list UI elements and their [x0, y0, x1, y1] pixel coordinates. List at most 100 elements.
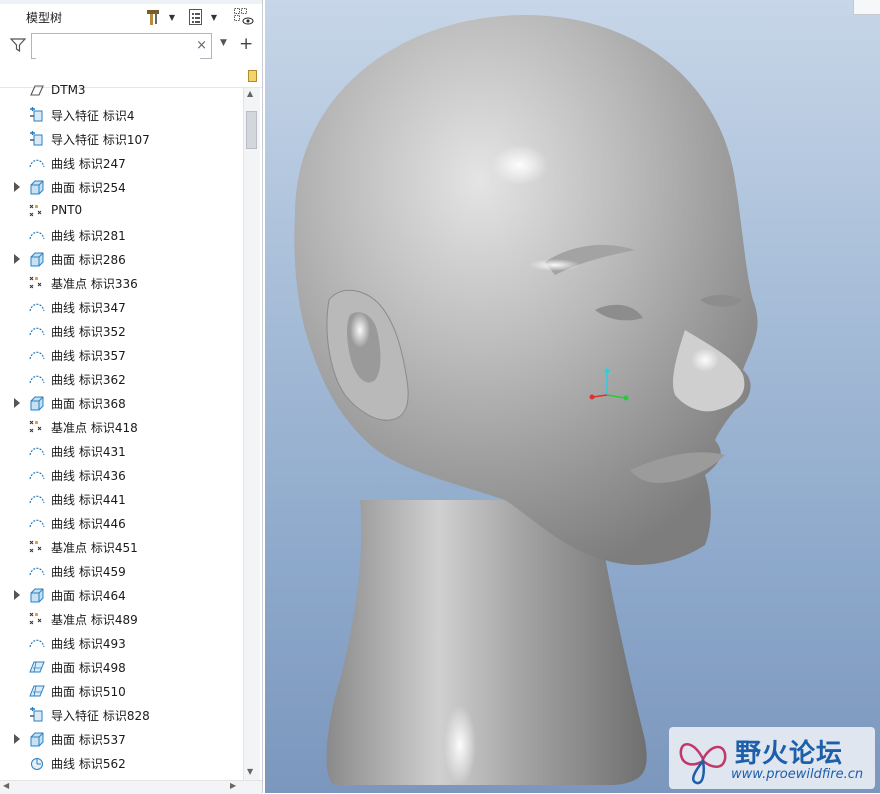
tree-item[interactable]: 曲线 标识459	[0, 559, 243, 583]
tree-item-label: 曲线 标识352	[51, 325, 126, 339]
filter-icon[interactable]	[9, 37, 27, 57]
tree-item[interactable]: 曲面 标识537	[0, 727, 243, 751]
tree-item[interactable]: 曲线 标识431	[0, 439, 243, 463]
forum-watermark: 野火论坛 www.proewildfire.cn	[669, 727, 875, 789]
surface-icon	[28, 251, 46, 267]
tree-item[interactable]: 曲面 标识510	[0, 679, 243, 703]
tree-item-label: 曲面 标识498	[51, 661, 126, 675]
curve-icon	[28, 347, 46, 363]
expand-arrow-icon[interactable]	[14, 398, 20, 408]
add-filter-icon[interactable]: +	[239, 34, 253, 54]
column-settings-icon[interactable]	[248, 70, 257, 82]
scrollbar-thumb[interactable]	[246, 111, 257, 149]
tree-item[interactable]: 曲面 标识254	[0, 175, 243, 199]
tree-item-label: 曲线 标识362	[51, 373, 126, 387]
expand-arrow-icon[interactable]	[14, 182, 20, 192]
scroll-left-icon[interactable]: ◀	[3, 781, 9, 790]
tree-horizontal-scrollbar[interactable]: ◀ ▶	[0, 780, 262, 794]
tree-item-label: PNT0	[51, 203, 83, 217]
curve-icon	[28, 491, 46, 507]
tree-item[interactable]: 曲线 标识362	[0, 367, 243, 391]
tree-item[interactable]: 曲面 标识368	[0, 391, 243, 415]
model-tree-list: DTM3 导入特征 标识4 导入特征 标识107 曲线 标识247 曲面 标识254 PN…	[0, 82, 243, 782]
datum-point-icon	[28, 611, 46, 627]
curve-icon	[28, 155, 46, 171]
scroll-up-icon[interactable]: ▲	[247, 89, 253, 98]
surface-icon	[28, 179, 46, 195]
tree-item-label: DTM3	[51, 83, 86, 97]
tree-item-label: 曲线 标识347	[51, 301, 126, 315]
surface-icon	[28, 731, 46, 747]
tree-item-label: 曲线 标识446	[51, 517, 126, 531]
tree-item-label: 曲面 标识368	[51, 397, 126, 411]
tree-item[interactable]: 曲线 标识493	[0, 631, 243, 655]
tree-item-label: 基准点 标识336	[51, 277, 138, 291]
tree-item[interactable]: 导入特征 标识4	[0, 103, 243, 127]
tree-item-label: 曲面 标识510	[51, 685, 126, 699]
tree-item[interactable]: 导入特征 标识828	[0, 703, 243, 727]
clear-search-icon[interactable]: ×	[196, 38, 207, 54]
tree-item[interactable]: 导入特征 标识107	[0, 127, 243, 151]
tree-item-label: 导入特征 标识107	[51, 133, 150, 147]
tree-item[interactable]: 曲面 标识286	[0, 247, 243, 271]
tree-vertical-scrollbar[interactable]: ▲ ▼	[243, 88, 260, 780]
tree-columns-icon[interactable]	[186, 6, 206, 28]
tree-item[interactable]: 基准点 标识489	[0, 607, 243, 631]
tree-item[interactable]: 曲面 标识464	[0, 583, 243, 607]
tree-item[interactable]: 曲线 标识436	[0, 463, 243, 487]
expand-arrow-icon[interactable]	[14, 254, 20, 264]
settings-hammer-icon[interactable]	[144, 6, 164, 28]
model-tree-title: 模型树	[26, 11, 63, 25]
tree-item-label: 曲面 标识286	[51, 253, 126, 267]
model-tree-panel: 模型树 ▼ ▼ × ▼ + DTM3 导入特征 标识4 导入特征 标识107 曲线 标…	[0, 0, 263, 794]
show-hidden-items-icon[interactable]	[232, 6, 256, 28]
tree-item[interactable]: 基准点 标识451	[0, 535, 243, 559]
tree-item-label: 曲线 标识562	[51, 757, 126, 771]
surface-icon	[28, 587, 46, 603]
sketch-curve-icon	[28, 755, 46, 771]
datum-point-icon	[28, 203, 46, 219]
datum-point-icon	[28, 539, 46, 555]
graphics-viewport[interactable]: 野火论坛 www.proewildfire.cn	[265, 0, 880, 793]
tree-item[interactable]: PNT0	[0, 199, 243, 223]
curve-icon	[28, 323, 46, 339]
tree-item[interactable]: 曲线 标识446	[0, 511, 243, 535]
tree-item-label: 曲线 标识431	[51, 445, 126, 459]
curve-icon	[28, 443, 46, 459]
expand-arrow-icon[interactable]	[14, 590, 20, 600]
tree-item[interactable]: 基准点 标识418	[0, 415, 243, 439]
tree-item[interactable]: 曲线 标识441	[0, 487, 243, 511]
tree-item[interactable]: 曲线 标识347	[0, 295, 243, 319]
expand-arrow-icon[interactable]	[14, 734, 20, 744]
tree-item[interactable]: 曲线 标识562	[0, 751, 243, 775]
columns-dropdown-chevron-icon[interactable]: ▼	[208, 6, 220, 28]
tree-item-label: 基准点 标识451	[51, 541, 138, 555]
head-model-render	[294, 15, 758, 785]
tree-item[interactable]: 曲线 标识352	[0, 319, 243, 343]
tree-item-label: 曲线 标识281	[51, 229, 126, 243]
datum-plane-icon	[28, 83, 46, 99]
curve-icon	[28, 635, 46, 651]
tree-item[interactable]: 曲面 标识498	[0, 655, 243, 679]
tree-item[interactable]: DTM3	[0, 82, 243, 103]
tree-item-label: 基准点 标识489	[51, 613, 138, 627]
scroll-right-icon[interactable]: ▶	[230, 781, 236, 790]
tree-item-label: 曲线 标识459	[51, 565, 126, 579]
tree-item[interactable]: 曲线 标识281	[0, 223, 243, 247]
tree-search-input[interactable]	[36, 35, 200, 59]
search-options-chevron-icon[interactable]: ▼	[220, 38, 227, 48]
tree-item-label: 曲线 标识436	[51, 469, 126, 483]
scroll-down-icon[interactable]: ▼	[247, 767, 253, 776]
curve-icon	[28, 371, 46, 387]
tree-item-label: 曲面 标识254	[51, 181, 126, 195]
tree-search-box[interactable]: ×	[31, 33, 212, 59]
tree-item[interactable]: 基准点 标识336	[0, 271, 243, 295]
curve-icon	[28, 467, 46, 483]
tree-item[interactable]: 曲线 标识247	[0, 151, 243, 175]
import-feature-icon	[28, 707, 46, 723]
datum-point-icon	[28, 275, 46, 291]
tree-item[interactable]: 曲线 标识357	[0, 343, 243, 367]
tree-item-label: 曲线 标识441	[51, 493, 126, 507]
import-feature-icon	[28, 107, 46, 123]
settings-dropdown-chevron-icon[interactable]: ▼	[166, 6, 178, 28]
